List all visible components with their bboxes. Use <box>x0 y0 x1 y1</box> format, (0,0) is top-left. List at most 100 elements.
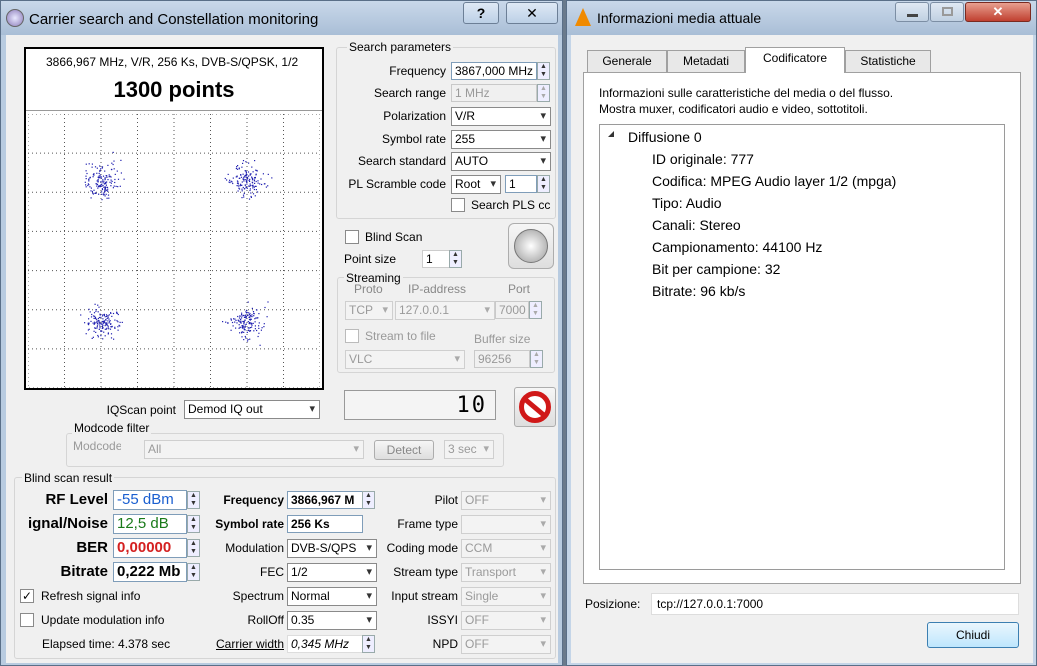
modulation-select[interactable]: DVB-S/QPS <box>287 539 377 558</box>
prop-channels: Canali: Stereo <box>652 217 741 233</box>
buffer-size-spinner[interactable]: ▲ ▼ <box>530 350 543 368</box>
detect-button[interactable]: Detect <box>374 440 434 460</box>
search-standard-label: Search standard <box>357 154 446 168</box>
tree-expand-icon[interactable] <box>608 131 614 137</box>
rf-level-label: RF Level <box>45 491 108 508</box>
elapsed-time: Elapsed time: 4.378 sec <box>42 637 171 651</box>
result-frequency-label: Frequency <box>223 493 284 507</box>
ber-label: BER <box>76 539 108 556</box>
iqscan-select[interactable]: Demod IQ out <box>184 400 320 419</box>
rolloff-label: RollOff <box>247 613 284 627</box>
frequency-spinner[interactable]: ▲ ▼ <box>537 62 550 80</box>
tab-codificatore[interactable]: Codificatore <box>745 47 845 73</box>
counter-display: 10 <box>344 390 496 420</box>
result-symbol-rate-value: 256 Ks <box>287 515 363 533</box>
search-range-spinner[interactable]: ▲ ▼ <box>537 84 550 102</box>
tab-statistiche[interactable]: Statistiche <box>845 50 931 72</box>
spectrum-select[interactable]: Normal <box>287 587 377 606</box>
signal-noise-label: ignal/Noise <box>27 515 108 532</box>
chiudi-button[interactable]: Chiudi <box>927 622 1019 648</box>
stream-to-file-checkbox[interactable] <box>345 329 359 343</box>
description-line-2: Mostra muxer, codificatori audio e video… <box>599 102 868 116</box>
point-size-spinner[interactable]: ▲ ▼ <box>449 250 462 268</box>
iqscan-label: IQScan point <box>106 403 176 417</box>
tree-stream-node[interactable]: Diffusione 0 <box>628 129 702 145</box>
modcode-label: Modcode <box>73 439 121 453</box>
position-input[interactable]: tcp://127.0.0.1:7000 <box>651 593 1019 615</box>
proto-label: Proto <box>354 282 383 296</box>
carrier-width-label[interactable]: Carrier width <box>186 637 284 651</box>
title-bar: Carrier search and Constellation monitor… <box>1 1 562 35</box>
ip-select[interactable]: 127.0.0.1 <box>395 301 495 320</box>
polarization-select[interactable]: V/R <box>451 107 551 126</box>
carrier-width-spinner[interactable]: ▲ ▼ <box>362 635 375 653</box>
client-area: 3866,967 MHz, V/R, 256 Ks, DVB-S/QPSK, 1… <box>6 35 558 663</box>
app-icon <box>6 9 24 27</box>
pl-code-spinner[interactable]: ▲ ▼ <box>537 175 550 193</box>
modcode-select[interactable]: All <box>144 440 364 459</box>
pl-mode-select[interactable]: Root <box>451 175 501 194</box>
minimize-button[interactable] <box>895 2 929 22</box>
npd-select[interactable]: OFF <box>461 635 551 654</box>
search-pls-checkbox[interactable] <box>451 198 465 212</box>
result-frequency-value: 3866,967 M <box>287 491 363 509</box>
issyi-label: ISSYI <box>427 613 458 627</box>
media-close-button[interactable]: ✕ <box>965 2 1031 22</box>
coding-mode-select[interactable]: CCM <box>461 539 551 558</box>
issyi-select[interactable]: OFF <box>461 611 551 630</box>
search-range-label: Search range <box>373 86 446 100</box>
constellation-points: 1300 points <box>113 77 235 102</box>
help-button[interactable]: ? <box>463 2 499 24</box>
close-button[interactable]: ✕ <box>506 2 558 24</box>
blind-scan-label: Blind Scan <box>365 230 423 244</box>
stream-type-label: Stream type <box>393 565 458 579</box>
port-spinner[interactable]: ▲ ▼ <box>529 301 542 319</box>
buffer-size-label: Buffer size <box>474 332 531 346</box>
polarization-label: Polarization <box>383 109 446 123</box>
blind-scan-checkbox[interactable] <box>345 230 359 244</box>
media-window-title: Informazioni media attuale <box>597 10 762 26</box>
search-standard-select[interactable]: AUTO <box>451 152 551 171</box>
maximize-icon <box>942 7 953 16</box>
stop-icon <box>519 391 551 423</box>
port-input[interactable]: 7000 <box>495 301 529 319</box>
carrier-search-window: Carrier search and Constellation monitor… <box>0 0 563 666</box>
prop-id: ID originale: 777 <box>652 151 754 167</box>
maximize-button[interactable] <box>930 2 964 22</box>
refresh-signal-checkbox[interactable]: ✓ <box>20 589 34 603</box>
player-select[interactable]: VLC <box>345 350 465 369</box>
tab-metadati[interactable]: Metadati <box>667 50 745 72</box>
frame-type-select[interactable] <box>461 515 551 534</box>
minimize-icon <box>907 14 918 17</box>
fec-select[interactable]: 1/2 <box>287 563 377 582</box>
prop-sample-rate: Campionamento: 44100 Hz <box>652 239 823 255</box>
update-modulation-checkbox[interactable] <box>20 613 34 627</box>
detect-seconds-select[interactable]: 3 sec <box>444 440 494 459</box>
stop-button[interactable] <box>514 387 556 427</box>
blind-scan-result-title: Blind scan result <box>22 471 115 485</box>
satellite-button[interactable] <box>508 223 554 269</box>
prop-type: Tipo: Audio <box>652 195 722 211</box>
buffer-size-input[interactable]: 96256 <box>474 350 530 368</box>
pl-code-input[interactable]: 1 <box>505 175 537 193</box>
pilot-select[interactable]: OFF <box>461 491 551 510</box>
constellation-frame: 3866,967 MHz, V/R, 256 Ks, DVB-S/QPSK, 1… <box>24 47 324 390</box>
proto-select[interactable]: TCP <box>345 301 393 320</box>
window-title: Carrier search and Constellation monitor… <box>29 11 319 28</box>
result-frequency-spinner[interactable]: ▲ ▼ <box>362 491 375 509</box>
input-stream-select[interactable]: Single <box>461 587 551 606</box>
media-info-window: Informazioni media attuale ✕ Generale Me… <box>566 0 1037 666</box>
symbol-rate-label: Symbol rate <box>381 132 446 146</box>
tab-generale[interactable]: Generale <box>587 50 667 72</box>
point-size-input[interactable]: 1 <box>422 250 450 268</box>
stream-type-select[interactable]: Transport <box>461 563 551 582</box>
vlc-cone-icon <box>575 8 591 26</box>
frequency-input[interactable]: 3867,000 MHz <box>451 62 537 80</box>
rolloff-select[interactable]: 0.35 <box>287 611 377 630</box>
search-range-input[interactable]: 1 MHz <box>451 84 537 102</box>
prop-codec: Codifica: MPEG Audio layer 1/2 (mpga) <box>652 173 897 189</box>
symbol-rate-select[interactable]: 255 <box>451 130 551 149</box>
codec-tree[interactable]: Diffusione 0 ID originale: 777 Codifica:… <box>599 124 1005 570</box>
coding-mode-label: Coding mode <box>386 541 458 555</box>
frequency-label: Frequency <box>389 64 446 78</box>
